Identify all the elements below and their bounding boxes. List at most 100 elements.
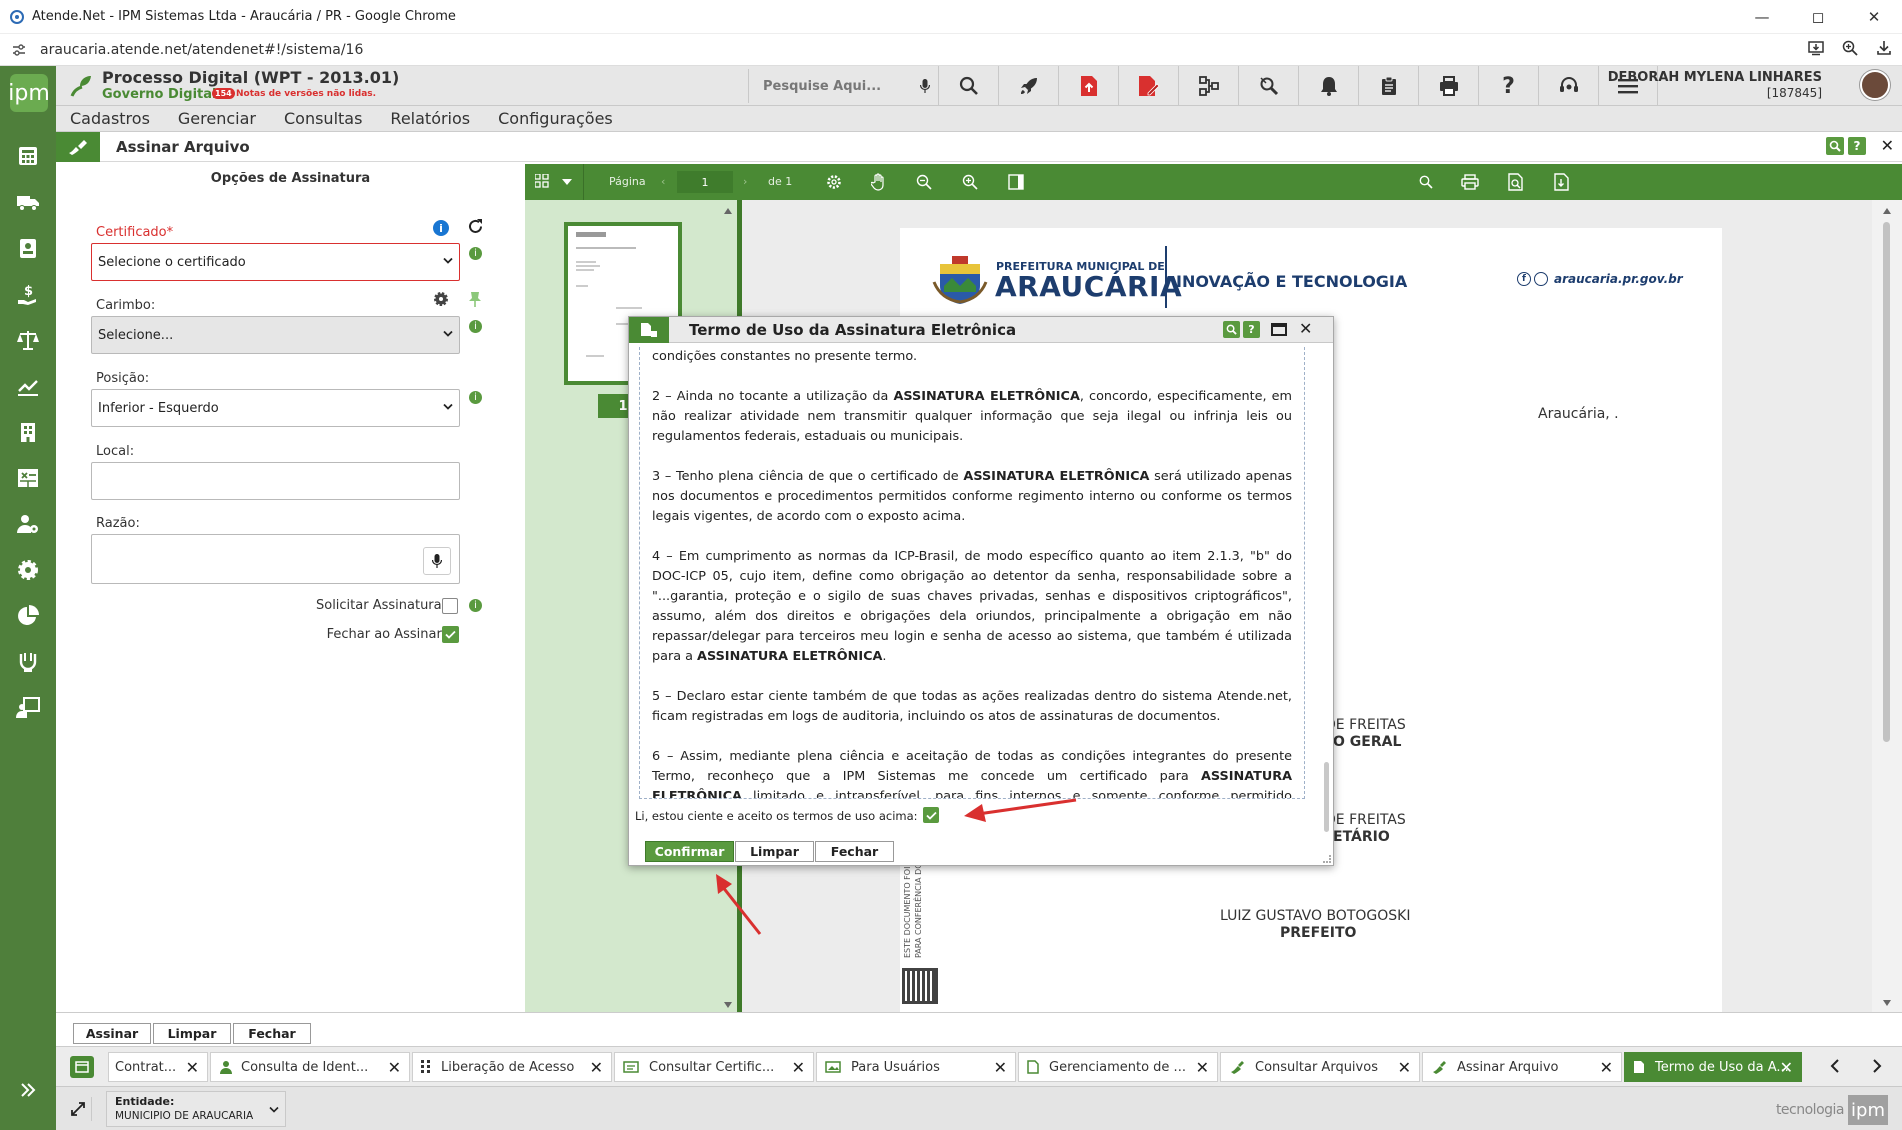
notes-badge[interactable]: 154 [212, 88, 235, 99]
modal-clear-button[interactable]: Limpar [735, 841, 814, 862]
accept-checkbox[interactable] [923, 807, 939, 823]
tab-consultar-certific[interactable]: Consultar Certific... ✕ [614, 1052, 814, 1082]
tabs-prev-icon[interactable] [1830, 1058, 1840, 1074]
page-help-icon[interactable]: ? [1848, 137, 1866, 155]
mic-icon[interactable] [920, 79, 930, 93]
money-hand-icon[interactable]: $ [14, 280, 42, 308]
menu-cadastros[interactable]: Cadastros [70, 109, 150, 128]
teacher-icon[interactable] [14, 694, 42, 722]
site-settings-icon[interactable] [12, 43, 26, 57]
search-box[interactable]: Pesquise Aqui... [748, 69, 938, 103]
hand-coins-icon[interactable] [14, 648, 42, 676]
gear-icon[interactable] [14, 556, 42, 584]
minimize-icon[interactable]: — [1734, 0, 1790, 34]
caret-down-icon[interactable] [562, 179, 572, 185]
print-icon[interactable] [1461, 174, 1479, 190]
resize-grip-icon[interactable] [1323, 855, 1331, 863]
tab-contrat[interactable]: Contrat... ✕ [108, 1052, 208, 1082]
truck-icon[interactable] [14, 188, 42, 216]
modal-search-icon[interactable] [1223, 321, 1240, 338]
scroll-down-icon[interactable] [724, 1002, 732, 1008]
document-properties-icon[interactable] [1508, 173, 1524, 191]
url-text[interactable]: araucaria.atende.net/atendenet#!/sistema… [40, 42, 363, 58]
modal-help-icon[interactable]: ? [1243, 321, 1260, 338]
entity-selector[interactable]: Entidade: MUNICIPIO DE ARAUCARIA [106, 1091, 286, 1127]
modal-close-icon[interactable]: ✕ [1299, 319, 1312, 338]
user-settings-icon[interactable] [14, 510, 42, 538]
page-number-input[interactable]: 1 [677, 171, 733, 193]
tab-close-icon[interactable]: ✕ [590, 1058, 603, 1077]
tab-close-icon[interactable]: ✕ [388, 1058, 401, 1077]
doc-scroll-up-icon[interactable] [1883, 208, 1891, 214]
tab-close-icon[interactable]: ✕ [792, 1058, 805, 1077]
zoom-out-icon[interactable] [916, 174, 932, 190]
scale-icon[interactable] [14, 326, 42, 354]
pie-chart-icon[interactable] [14, 602, 42, 630]
certificado-info-icon[interactable]: i [469, 247, 482, 260]
info-icon[interactable]: i [433, 220, 449, 236]
close-window-icon[interactable]: ✕ [1846, 0, 1902, 34]
download-icon[interactable] [1876, 40, 1892, 56]
viewer-settings-icon[interactable] [826, 174, 842, 190]
tab-close-icon[interactable]: ✕ [1780, 1058, 1793, 1077]
upload-file-icon[interactable] [1058, 66, 1118, 106]
close-button[interactable]: Fechar [233, 1023, 311, 1044]
posicao-select[interactable]: Inferior - Esquerdo [91, 389, 460, 427]
confirm-button[interactable]: Confirmar [645, 841, 734, 862]
scroll-up-icon[interactable] [724, 208, 732, 214]
razao-textarea[interactable] [91, 534, 460, 584]
tab-termo-uso[interactable]: Termo de Uso da A... ✕ [1624, 1052, 1802, 1082]
fechar-checkbox[interactable] [442, 626, 459, 643]
tab-consultar-arquivos[interactable]: Consultar Arquivos ✕ [1220, 1052, 1420, 1082]
search-icon[interactable] [938, 66, 998, 106]
refresh-icon[interactable] [467, 218, 484, 235]
tabs-next-icon[interactable] [1872, 1058, 1882, 1074]
notes-link[interactable]: Notas de versões não lidas. [236, 89, 376, 99]
bell-icon[interactable] [1298, 66, 1358, 106]
certificado-select[interactable]: Selecione o certificado [91, 243, 460, 281]
solicitar-checkbox[interactable] [442, 598, 458, 614]
calculator-icon[interactable] [14, 142, 42, 170]
grid-view-icon[interactable] [535, 174, 549, 188]
magnify-doc-icon[interactable] [1238, 66, 1298, 106]
solicitar-info-icon[interactable]: i [469, 599, 482, 612]
carimbo-select[interactable]: Selecione... [91, 316, 460, 354]
headset-icon[interactable] [1538, 66, 1598, 106]
building-icon[interactable] [14, 418, 42, 446]
maximize-icon[interactable]: ◻ [1790, 0, 1846, 34]
zoom-icon[interactable] [1842, 40, 1858, 56]
spreadsheet-icon[interactable] [14, 464, 42, 492]
tab-consulta-ident[interactable]: Consulta de Ident... ✕ [210, 1052, 410, 1082]
save-document-icon[interactable] [1554, 173, 1570, 191]
tab-close-icon[interactable]: ✕ [1600, 1058, 1613, 1077]
page-search-icon[interactable] [1826, 137, 1844, 155]
expand-rail-icon[interactable] [14, 1076, 42, 1104]
tab-gerenciamento[interactable]: Gerenciamento de ... ✕ [1018, 1052, 1218, 1082]
sign-button[interactable]: Assinar [73, 1023, 151, 1044]
modal-close-button[interactable]: Fechar [815, 841, 894, 862]
tab-assinar-arquivo[interactable]: Assinar Arquivo ✕ [1422, 1052, 1622, 1082]
stamp-settings-icon[interactable] [433, 291, 449, 307]
zoom-in-icon[interactable] [962, 174, 978, 190]
badge-icon[interactable] [14, 234, 42, 262]
fit-page-icon[interactable] [1008, 174, 1024, 190]
edit-file-icon[interactable] [1118, 66, 1178, 106]
clipboard-icon[interactable] [1358, 66, 1418, 106]
menu-configuracoes[interactable]: Configurações [498, 109, 613, 128]
hand-tool-icon[interactable] [871, 173, 887, 191]
pin-icon[interactable] [468, 291, 482, 307]
printer-icon[interactable] [1418, 66, 1478, 106]
doc-scroll-down-icon[interactable] [1883, 1000, 1891, 1006]
modal-scroll-thumb[interactable] [1324, 762, 1329, 832]
menu-consultas[interactable]: Consultas [284, 109, 362, 128]
page-close-icon[interactable]: ✕ [1881, 136, 1894, 155]
ipm-logo[interactable]: ipm [8, 74, 50, 112]
menu-gerenciar[interactable]: Gerenciar [178, 109, 256, 128]
tab-para-usuarios[interactable]: Para Usuários ✕ [816, 1052, 1016, 1082]
install-app-icon[interactable] [1808, 40, 1824, 56]
tab-close-icon[interactable]: ✕ [994, 1058, 1007, 1077]
local-input[interactable] [91, 462, 460, 500]
razao-mic-icon[interactable] [423, 547, 451, 575]
tab-liberacao-acesso[interactable]: Liberação de Acesso ✕ [412, 1052, 612, 1082]
chart-icon[interactable] [14, 372, 42, 400]
